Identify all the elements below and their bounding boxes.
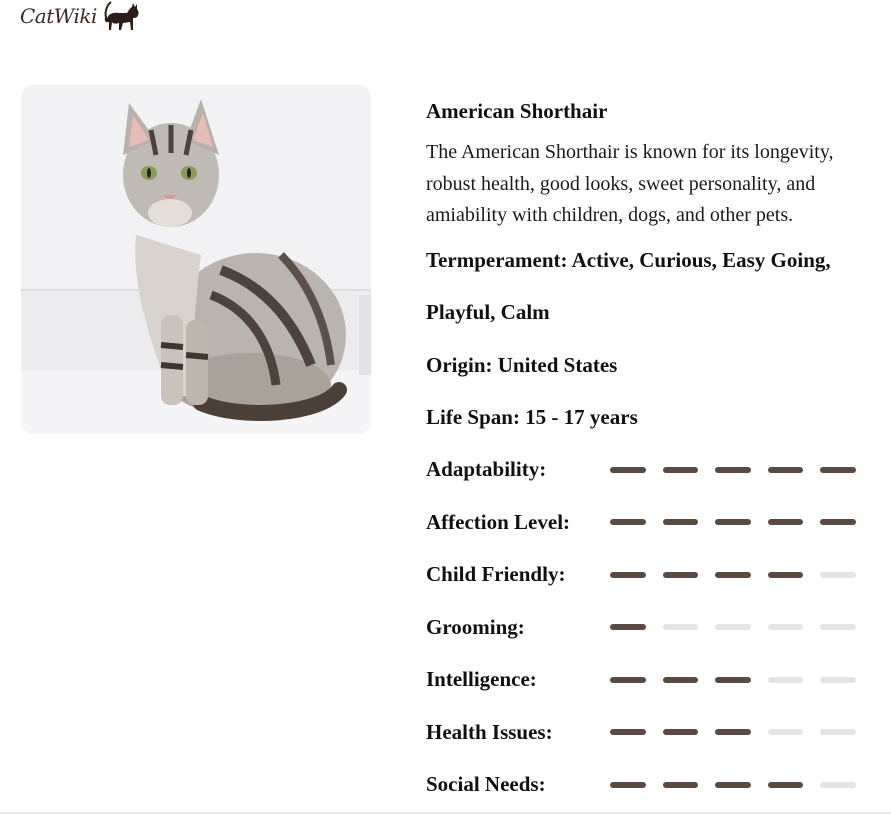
rating-label: Grooming:	[426, 614, 525, 639]
rating-label: Health Issues:	[426, 719, 553, 744]
cat-silhouette-icon	[104, 1, 139, 30]
origin: Origin: United States	[426, 352, 618, 377]
rating-bar-filled	[610, 466, 646, 473]
cat-photo-illustration	[21, 85, 371, 434]
rating-row: Adaptability:	[426, 444, 866, 497]
rating-bars	[610, 781, 856, 788]
rating-bar-empty	[662, 624, 698, 631]
breed-name: American Shorthair	[426, 99, 608, 123]
rating-bar-filled	[610, 676, 646, 683]
rating-bar-filled	[767, 571, 803, 578]
rating-bar-filled	[820, 519, 856, 526]
rating-bar-filled	[715, 676, 751, 683]
rating-label: Social Needs:	[426, 772, 546, 797]
rating-bars	[610, 519, 856, 526]
rating-bar-filled	[715, 729, 751, 736]
rating-bar-filled	[662, 571, 698, 578]
rating-bar-empty	[820, 624, 856, 631]
rating-bar-filled	[662, 781, 698, 788]
rating-row: Affection Level:	[426, 496, 866, 549]
rating-bars	[610, 466, 856, 473]
rating-bar-filled	[610, 519, 646, 526]
rating-bar-empty	[820, 781, 856, 788]
rating-bar-filled	[767, 466, 803, 473]
rating-label: Affection Level:	[426, 509, 571, 534]
rating-row: Child Friendly:	[426, 549, 866, 602]
rating-bars	[610, 676, 856, 683]
rating-row: Social Needs:	[426, 759, 866, 812]
rating-bar-filled	[610, 729, 646, 736]
rating-bar-filled	[662, 729, 698, 736]
rating-bar-empty	[767, 676, 803, 683]
rating-label: Adaptability:	[426, 457, 547, 482]
logo[interactable]: CatWiki	[20, 0, 141, 34]
rating-label: Intelligence:	[426, 667, 537, 692]
rating-bar-filled	[820, 466, 856, 473]
rating-bars	[610, 571, 856, 578]
rating-bar-filled	[610, 781, 646, 788]
rating-row: Intelligence:	[426, 654, 866, 707]
breed-details: American Shorthair The American Shorthai…	[426, 97, 866, 811]
ratings-list: Adaptability: Affection Level: Child Frien…	[426, 444, 866, 812]
rating-label: Child Friendly:	[426, 562, 566, 587]
rating-bar-empty	[767, 729, 803, 736]
rating-bar-filled	[662, 519, 698, 526]
rating-bar-filled	[767, 519, 803, 526]
rating-bar-empty	[820, 729, 856, 736]
rating-bar-filled	[610, 571, 646, 578]
rating-bar-filled	[662, 466, 698, 473]
rating-row: Grooming:	[426, 601, 866, 654]
rating-bars	[610, 729, 856, 736]
life-span: Life Span: 15 - 17 years	[426, 405, 638, 429]
rating-bar-empty	[820, 676, 856, 683]
rating-bar-filled	[662, 676, 698, 683]
rating-bar-filled	[715, 781, 751, 788]
logo-text: CatWiki	[20, 4, 97, 28]
rating-bar-empty	[767, 624, 803, 631]
breed-description: The American Shorthair is known for its …	[426, 141, 834, 226]
rating-bar-filled	[715, 466, 751, 473]
rating-bar-filled	[715, 571, 751, 578]
cat-photo	[21, 85, 371, 434]
rating-bar-filled	[610, 624, 646, 631]
rating-bar-empty	[715, 624, 751, 631]
rating-bars	[610, 624, 856, 631]
rating-row: Health Issues:	[426, 706, 866, 759]
rating-bar-empty	[820, 571, 856, 578]
rating-bar-filled	[715, 519, 751, 526]
temperament: Termperament: Active, Curious, Easy Goin…	[426, 247, 831, 325]
rating-bar-filled	[767, 781, 803, 788]
